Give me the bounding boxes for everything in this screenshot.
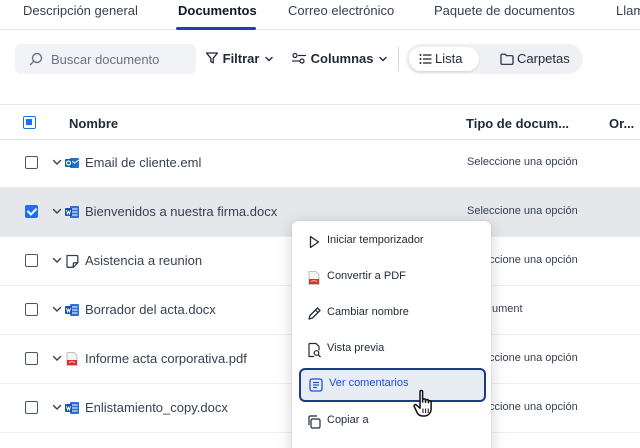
menu-item-cambiar-nombre[interactable]: Cambiar nombre	[292, 298, 491, 330]
search-placeholder: Buscar documento	[51, 52, 160, 67]
menu-item-label: Ver comentarios	[329, 377, 409, 389]
column-header-type[interactable]: Tipo de docum...	[466, 116, 569, 131]
document-type-select[interactable]: Seleccione una opción	[467, 156, 578, 168]
row-checkbox[interactable]	[25, 352, 38, 365]
hand-cursor-icon	[413, 389, 432, 417]
play-icon	[309, 235, 320, 249]
column-header-order[interactable]: Or...	[609, 116, 634, 131]
chevron-down-icon[interactable]	[51, 254, 63, 266]
file-name[interactable]: Bienvenidos a nuestra firma.docx	[85, 204, 277, 219]
chevron-down-icon	[379, 56, 387, 62]
row-checkbox[interactable]	[25, 205, 38, 218]
menu-item-label: Cambiar nombre	[327, 306, 409, 318]
menu-item-label: Vista previa	[327, 342, 385, 354]
menu-item-copiar-a[interactable]: Copiar a	[292, 406, 491, 438]
tab-correo-electronico[interactable]: Correo electrónico	[288, 3, 394, 18]
menu-item-convertir-a-pdf[interactable]: Convertir a PDF	[292, 262, 491, 294]
tab-bar: Descripción general Documentos Correo el…	[0, 0, 640, 30]
folder-icon	[500, 53, 514, 65]
columns-label: Columnas	[310, 51, 374, 66]
list-view-button[interactable]: Lista	[409, 47, 479, 71]
menu-item-label: Copiar a	[327, 414, 369, 426]
folders-view-label: Carpetas	[517, 51, 570, 66]
filter-label: Filtrar	[222, 51, 260, 66]
list-icon	[419, 54, 432, 64]
chevron-down-icon[interactable]	[51, 205, 63, 217]
row-checkbox[interactable]	[25, 401, 38, 414]
tab-paquete-de-documentos[interactable]: Paquete de documentos	[434, 3, 575, 18]
comment-icon	[309, 378, 323, 392]
filter-icon	[205, 52, 219, 64]
table-row[interactable]: Email de cliente.eml Seleccione una opci…	[0, 139, 640, 188]
pdf-icon	[308, 271, 320, 285]
search-icon	[29, 52, 43, 66]
document-type-select[interactable]: Seleccione una opción	[467, 205, 578, 217]
chevron-down-icon[interactable]	[51, 156, 63, 168]
columns-icon	[292, 52, 306, 64]
row-checkbox[interactable]	[25, 303, 38, 316]
menu-item-label: Iniciar temporizador	[327, 234, 424, 246]
toolbar-divider	[398, 47, 399, 71]
tab-descripcion-general[interactable]: Descripción general	[23, 3, 138, 18]
row-checkbox[interactable]	[25, 254, 38, 267]
word-icon	[65, 402, 79, 414]
menu-item-ver-comentarios[interactable]: Ver comentarios	[299, 368, 486, 402]
document-type-select[interactable]: ument	[492, 303, 523, 315]
menu-item-label: Convertir a PDF	[327, 270, 406, 282]
file-name[interactable]: Asistencia a reunion	[85, 253, 202, 268]
view-toggle: Lista Carpetas	[406, 44, 583, 74]
context-menu: Iniciar temporizador Convertir a PDF Cam…	[292, 221, 491, 448]
file-name[interactable]: Enlistamiento_copy.docx	[85, 400, 228, 415]
folders-view-button[interactable]: Carpetas	[490, 47, 580, 71]
menu-item-iniciar-temporizador[interactable]: Iniciar temporizador	[292, 226, 491, 258]
active-tab-indicator	[176, 27, 256, 30]
file-name[interactable]: Informe acta corporativa.pdf	[85, 351, 247, 366]
select-all-checkbox[interactable]	[23, 116, 36, 129]
table-header: Nombre Tipo de docum... Or...	[0, 104, 640, 140]
row-checkbox[interactable]	[25, 156, 38, 169]
outlook-icon	[65, 158, 80, 168]
chevron-down-icon[interactable]	[51, 401, 63, 413]
menu-item-vista-previa[interactable]: Vista previa	[292, 334, 491, 366]
chevron-down-icon[interactable]	[51, 352, 63, 364]
word-icon	[65, 206, 79, 218]
copy-icon	[308, 415, 321, 429]
pencil-icon	[308, 307, 321, 320]
tab-documentos[interactable]: Documentos	[178, 3, 257, 18]
preview-icon	[308, 342, 321, 358]
word-icon	[65, 304, 79, 316]
file-name[interactable]: Borrador del acta.docx	[85, 302, 216, 317]
search-input[interactable]: Buscar documento	[15, 44, 196, 74]
chevron-down-icon[interactable]	[51, 303, 63, 315]
columns-button[interactable]: Columnas	[291, 51, 389, 66]
file-name[interactable]: Email de cliente.eml	[85, 155, 201, 170]
chevron-down-icon	[265, 56, 273, 62]
column-header-name[interactable]: Nombre	[69, 116, 118, 131]
pdf-icon	[66, 352, 78, 366]
tab-llamadas[interactable]: Llam	[616, 3, 640, 18]
note-icon	[66, 254, 79, 268]
list-view-label: Lista	[435, 51, 463, 66]
filter-button[interactable]: Filtrar	[205, 51, 275, 66]
